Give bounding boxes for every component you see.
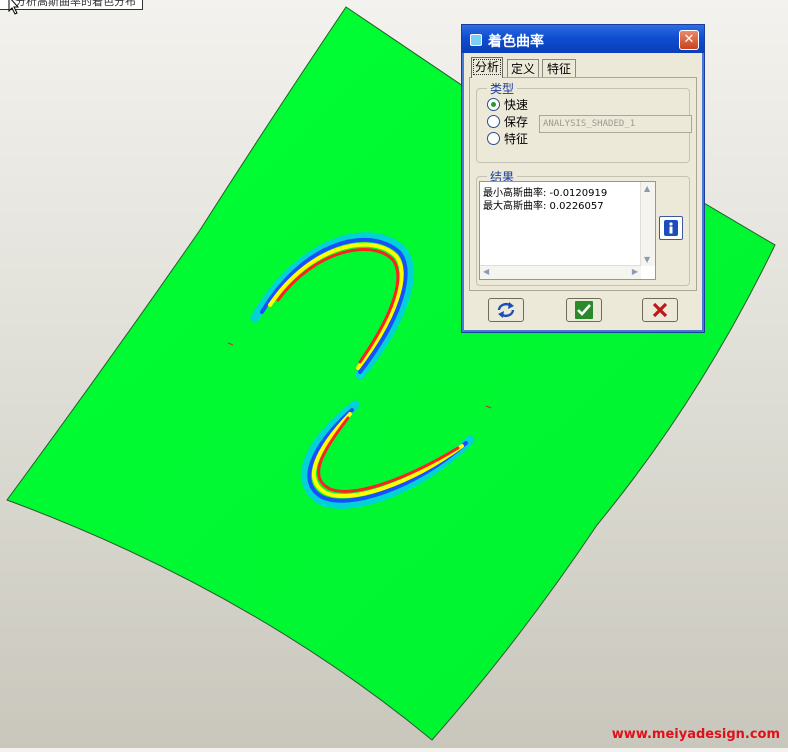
ok-button[interactable]: [566, 298, 602, 322]
checkmark-icon: [575, 301, 593, 319]
refresh-button[interactable]: [488, 298, 524, 322]
type-group-label: 类型: [487, 80, 518, 97]
tab-label: 分析: [472, 59, 501, 75]
shaded-curvature-dialog: 着色曲率 ✕ 分析 定义 特征 类型 快速 保存 ANALYSIS_SHADED…: [461, 24, 705, 333]
refresh-icon: [497, 302, 515, 318]
tab-label: 定义: [510, 62, 535, 76]
info-button[interactable]: [659, 216, 683, 240]
tab-feature[interactable]: 特征: [542, 59, 576, 78]
radio-label: 特征: [504, 132, 529, 146]
close-button[interactable]: ✕: [679, 30, 699, 50]
tab-label: 特征: [546, 62, 571, 76]
radio-feature[interactable]: 特征: [487, 131, 528, 147]
scroll-up-icon[interactable]: ▲: [644, 184, 650, 193]
tab-definition[interactable]: 定义: [507, 59, 539, 78]
horizontal-scrollbar[interactable]: ◀ ▶: [480, 265, 641, 279]
dialog-title: 着色曲率: [488, 34, 544, 50]
scroll-right-icon[interactable]: ▶: [632, 267, 638, 276]
max-curvature-text: 最大高斯曲率: 0.0226057: [483, 201, 604, 212]
cancel-button[interactable]: [642, 298, 678, 322]
x-icon: [652, 302, 668, 318]
watermark: www.meiyadesign.com: [611, 727, 780, 742]
radio-button-icon[interactable]: [487, 98, 500, 111]
scroll-down-icon[interactable]: ▼: [644, 255, 650, 264]
radio-button-icon[interactable]: [487, 115, 500, 128]
tab-analysis[interactable]: 分析: [471, 57, 503, 78]
tab-panel: 类型 快速 保存 ANALYSIS_SHADED_1 特征 结果 最小高斯曲率:…: [469, 77, 697, 291]
vertical-scrollbar[interactable]: ▲ ▼: [640, 182, 655, 266]
mouse-cursor-icon: [8, 0, 20, 15]
save-name-field: ANALYSIS_SHADED_1: [539, 115, 692, 133]
radio-label: 保存: [504, 115, 529, 129]
close-icon: ✕: [683, 32, 695, 47]
scroll-left-icon[interactable]: ◀: [483, 267, 489, 276]
results-group: 结果 最小高斯曲率: -0.0120919 最大高斯曲率: 0.0226057 …: [476, 168, 690, 286]
info-icon: [664, 220, 678, 236]
type-group: 类型 快速 保存 ANALYSIS_SHADED_1 特征: [476, 80, 692, 163]
radio-button-icon[interactable]: [487, 132, 500, 145]
radio-quick[interactable]: 快速: [487, 97, 528, 113]
title-bar[interactable]: 着色曲率 ✕: [462, 25, 704, 53]
radio-label: 快速: [504, 98, 529, 112]
window-icon: [470, 34, 482, 46]
radio-save[interactable]: 保存: [487, 114, 528, 130]
results-textbox[interactable]: 最小高斯曲率: -0.0120919 最大高斯曲率: 0.0226057 ▲ ▼…: [479, 181, 656, 280]
